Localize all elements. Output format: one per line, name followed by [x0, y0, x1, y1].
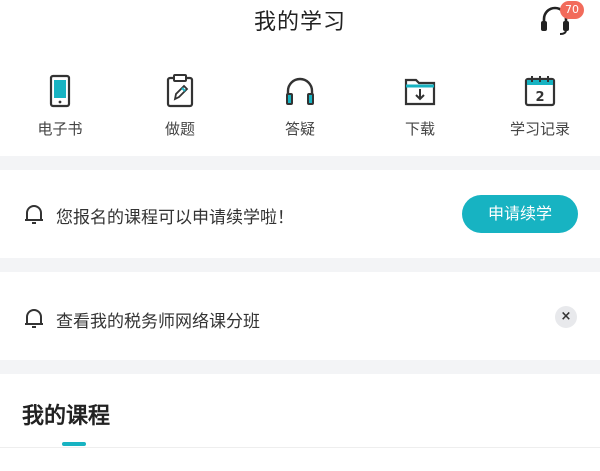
quick-item-label: 答疑 [284, 120, 315, 138]
section-divider [0, 156, 600, 170]
quick-item-qa[interactable]: 答疑 [240, 60, 360, 150]
quick-item-label: 做题 [164, 120, 195, 138]
header: 我的学习 70 [0, 0, 600, 40]
renew-message: 您报名的课程可以申请续学啦！ [56, 208, 294, 228]
section-divider [0, 258, 600, 272]
course-class-link[interactable]: 查看我的税务师网络课分班 [56, 307, 260, 332]
ebook-icon [49, 74, 71, 108]
quick-item-download[interactable]: 下载 [360, 60, 480, 150]
customer-service-button[interactable]: 70 [538, 1, 584, 37]
quick-item-label: 学习记录 [509, 120, 570, 138]
notification-badge: 70 [560, 1, 584, 19]
quick-item-label: 电子书 [37, 120, 83, 138]
quick-item-practice[interactable]: 做题 [120, 60, 240, 150]
page-title: 我的学习 [253, 10, 346, 35]
my-courses-section: 我的课程 [0, 374, 600, 471]
quick-item-label: 下载 [404, 120, 435, 138]
download-folder-icon [404, 78, 436, 106]
course-class-notice: 查看我的税务师网络课分班 × [0, 272, 600, 360]
close-notice-button[interactable]: × [555, 306, 577, 328]
bell-icon [25, 309, 43, 328]
practice-icon [166, 74, 194, 108]
tab-indicator [62, 442, 86, 446]
section-divider [0, 360, 600, 374]
bell-icon [25, 205, 43, 224]
renew-button[interactable]: 申请续学 [462, 195, 578, 233]
quick-item-ebook[interactable]: 电子书 [0, 60, 120, 150]
headphones-icon [286, 77, 314, 105]
calendar-icon: 2 [524, 76, 556, 107]
quick-actions: 电子书 做题 答疑 下载 2 学习记录 [0, 60, 600, 150]
section-title: 我的课程 [22, 404, 111, 429]
quick-item-history[interactable]: 2 学习记录 [480, 60, 600, 150]
svg-text:2: 2 [535, 90, 544, 105]
divider [0, 447, 600, 448]
renew-notice: 您报名的课程可以申请续学啦！ 申请续学 [0, 170, 600, 258]
